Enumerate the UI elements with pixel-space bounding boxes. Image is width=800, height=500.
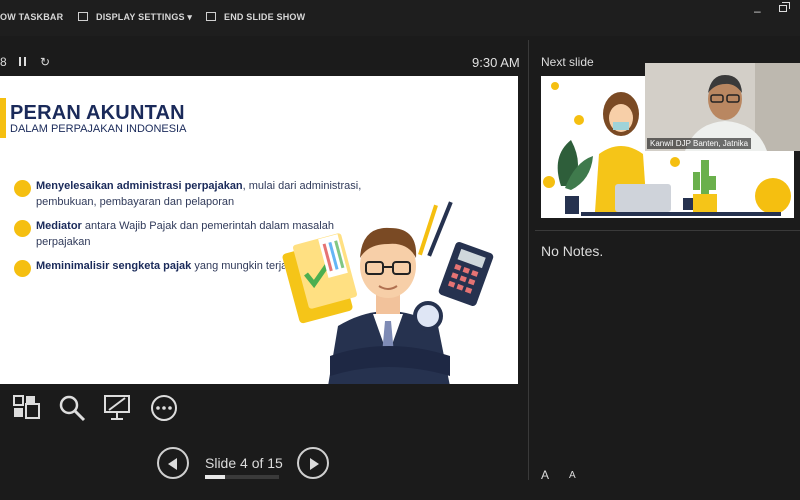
screen-pen-icon[interactable] (103, 394, 133, 422)
end-show-label: END SLIDE SHOW (224, 12, 306, 22)
display-settings-label: DISPLAY SETTINGS ▾ (96, 12, 193, 22)
slide-progress-bar (205, 475, 279, 479)
pencil-icon (418, 204, 438, 256)
decrease-font-button[interactable]: A (569, 470, 576, 481)
chevron-right-icon (310, 458, 319, 470)
pen-icon (427, 201, 453, 257)
current-slide[interactable]: PERAN AKUNTAN DALAM PERPAJAKAN INDONESIA… (0, 76, 518, 384)
timer-fragment: 8 (0, 55, 7, 69)
magnifier-icon[interactable] (58, 394, 88, 422)
bullet-bold: Mediator (36, 220, 82, 232)
calculator-icon (438, 241, 494, 307)
bullet-bold: Menyelesaikan administrasi perpajakan (36, 180, 243, 192)
increase-font-button[interactable]: A (541, 468, 549, 482)
end-show-icon (206, 12, 216, 21)
notes-divider (535, 230, 800, 231)
show-taskbar-button[interactable]: OW TASKBAR (0, 12, 63, 22)
participant-name: Kanwil DJP Banten, Jatnika (647, 138, 752, 149)
pen-cup-icon (565, 196, 579, 214)
restore-window-icon[interactable] (779, 2, 790, 12)
slide-title: PERAN AKUNTAN (10, 102, 185, 124)
bullet-dot (14, 260, 31, 277)
bullet-dot (14, 220, 31, 237)
restart-timer-icon[interactable]: ↻ (40, 55, 50, 69)
slide-subtitle: DALAM PERPAJAKAN INDONESIA (10, 123, 187, 135)
video-tile[interactable]: Kanwil DJP Banten, Jatnika (645, 63, 800, 151)
display-settings-icon (78, 12, 88, 21)
bullet-bold: Meminimalisir sengketa pajak (36, 260, 192, 272)
next-slide-label: Next slide (541, 55, 594, 69)
top-toolbar: OW TASKBAR DISPLAY SETTINGS ▾ END SLIDE … (0, 0, 800, 36)
minimize-icon[interactable]: – (754, 4, 761, 18)
laptop-icon (615, 184, 671, 212)
chevron-left-icon (168, 458, 177, 470)
accountant-illustration (282, 201, 494, 384)
pause-icon[interactable] (19, 57, 26, 66)
end-slide-show-button[interactable]: END SLIDE SHOW (206, 12, 305, 22)
mug-icon (683, 198, 693, 210)
next-slide-button[interactable] (297, 447, 329, 479)
slide-counter[interactable]: Slide 4 of 15 (205, 455, 283, 471)
pane-divider[interactable] (528, 40, 529, 480)
previous-slide-button[interactable] (157, 447, 189, 479)
display-settings-button[interactable]: DISPLAY SETTINGS ▾ (78, 12, 192, 23)
grid-icon[interactable] (12, 394, 42, 422)
title-accent-bar (0, 98, 6, 138)
bullet-dot (14, 180, 31, 197)
more-icon[interactable] (149, 394, 179, 422)
clock: 9:30 AM (472, 55, 520, 70)
speaker-notes: No Notes. (541, 243, 604, 259)
slide-progress-fill (205, 475, 225, 479)
folder-icon (282, 233, 358, 324)
